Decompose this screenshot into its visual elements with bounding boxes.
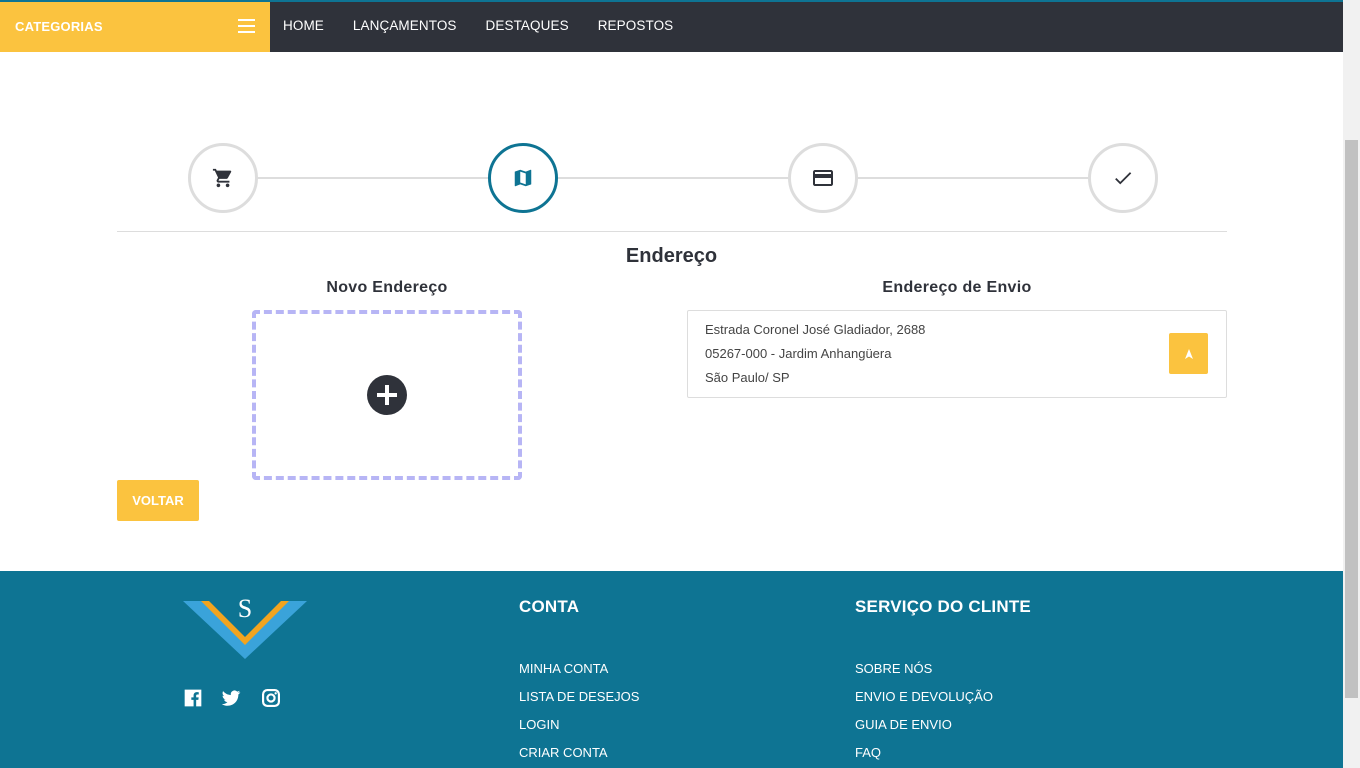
- step-payment: [788, 143, 858, 213]
- footer-link-shipping-guide[interactable]: GUIA DE ENVIO: [855, 717, 952, 732]
- scrollbar[interactable]: [1343, 0, 1360, 768]
- footer-link-faq[interactable]: FAQ: [855, 745, 881, 760]
- account-section-title: CONTA: [519, 597, 580, 616]
- map-icon: [514, 169, 532, 187]
- nav-links: HOME LANÇAMENTOS DESTAQUES REPOSTOS: [283, 18, 702, 33]
- address-card: Estrada Coronel José Gladiador, 2688 052…: [687, 310, 1227, 398]
- check-icon: [1115, 172, 1132, 185]
- address-line-street: Estrada Coronel José Gladiador, 2688: [705, 322, 926, 337]
- cart-icon: [212, 168, 232, 188]
- hamburger-icon[interactable]: [238, 19, 255, 33]
- instagram-icon[interactable]: [260, 687, 282, 709]
- footer-link-shipping-returns[interactable]: ENVIO E DEVOLUÇÃO: [855, 689, 993, 704]
- nav-lancamentos[interactable]: LANÇAMENTOS: [353, 18, 457, 33]
- logo-letter: S: [238, 594, 252, 623]
- nav-repostos[interactable]: REPOSTOS: [598, 18, 674, 33]
- scrollbar-thumb[interactable]: [1345, 140, 1358, 698]
- add-address-button[interactable]: [252, 310, 522, 480]
- address-line-zip: 05267-000 - Jardim Anhangüera: [705, 346, 892, 361]
- nav-home[interactable]: HOME: [283, 18, 324, 33]
- footer: S CONTA MINHA CONTA LISTA DE DESEJOS LOG…: [0, 571, 1343, 768]
- page-title: Endereço: [625, 245, 718, 267]
- step-confirm: [1088, 143, 1158, 213]
- footer-link-wishlist[interactable]: LISTA DE DESEJOS: [519, 689, 639, 704]
- brand-logo[interactable]: S: [183, 589, 308, 659]
- step-cart: [188, 143, 258, 213]
- twitter-icon[interactable]: [220, 687, 242, 709]
- section-divider: [117, 231, 1227, 232]
- facebook-icon[interactable]: [182, 687, 204, 709]
- footer-link-my-account[interactable]: MINHA CONTA: [519, 661, 608, 676]
- navigation-arrow-icon: [1184, 348, 1193, 359]
- customer-service-section-title: SERVIÇO DO CLINTE: [855, 597, 1031, 616]
- shipping-address-title: Endereço de Envio: [882, 279, 1032, 296]
- plus-icon: [367, 375, 407, 415]
- credit-card-icon: [813, 170, 833, 186]
- categories-label: CATEGORIAS: [15, 19, 103, 34]
- footer-link-login[interactable]: LOGIN: [519, 717, 559, 732]
- select-address-button[interactable]: [1169, 333, 1208, 374]
- address-line-city: São Paulo/ SP: [705, 370, 790, 385]
- back-button[interactable]: VOLTAR: [117, 480, 199, 521]
- categories-menu[interactable]: CATEGORIAS: [0, 2, 270, 52]
- new-address-title: Novo Endereço: [326, 279, 448, 296]
- steps-progress-line: [223, 177, 1123, 179]
- step-address: [488, 143, 558, 213]
- navbar: CATEGORIAS HOME LANÇAMENTOS DESTAQUES RE…: [0, 2, 1343, 52]
- footer-link-about[interactable]: SOBRE NÓS: [855, 661, 932, 676]
- nav-destaques[interactable]: DESTAQUES: [486, 18, 569, 33]
- footer-link-create-account[interactable]: CRIAR CONTA: [519, 745, 608, 760]
